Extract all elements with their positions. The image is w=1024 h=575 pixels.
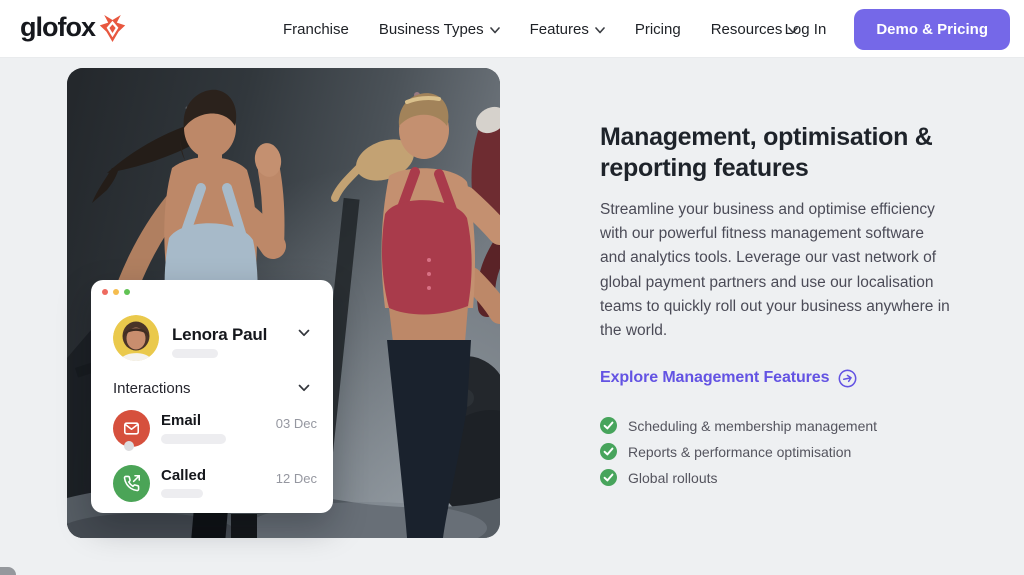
nav-item-pricing[interactable]: Pricing [635,21,681,38]
glofox-logo[interactable]: glofox [20,12,126,43]
contact-name: Lenora Paul [172,325,268,344]
nav-label: Business Types [378,20,484,38]
interactions-section-title: Interactions [113,380,191,397]
explore-management-features-link[interactable]: Explore Management Features [600,368,857,388]
window-controls [102,289,130,295]
status-dot [124,441,134,451]
checklist-label: Scheduling & membership management [628,417,878,434]
feature-checklist: Scheduling & membership management Repor… [600,417,877,486]
chevron-down-icon [595,26,605,33]
window-close-dot [102,289,108,295]
checklist-label: Reports & performance optimisation [628,443,852,460]
check-circle-icon [600,417,617,434]
nav-label: Features [529,20,589,38]
checklist-item: Reports & performance optimisation [600,443,877,460]
link-label: Explore Management Features [600,369,830,386]
arrow-right-circle-icon [838,369,857,388]
main-nav: Franchise Business Types Features Pricin… [283,0,799,58]
phone-outgoing-icon [113,465,150,502]
contact-avatar [113,315,159,361]
avatar-image [113,315,159,361]
page: glofox Franchise Business Types Features… [0,0,1024,575]
interaction-date: 12 Dec [275,471,317,486]
next-section-corner [0,567,16,575]
placeholder-bar [172,349,218,358]
check-circle-icon [600,469,617,486]
login-link[interactable]: Log In [785,21,827,38]
interaction-type: Email [161,412,202,429]
checklist-item: Scheduling & membership management [600,417,877,434]
fox-icon [99,15,126,42]
checklist-item: Global rollouts [600,469,877,486]
nav-label: Pricing [634,20,681,38]
window-minimize-dot [113,289,119,295]
chevron-down-icon [298,384,310,392]
crm-contact-card: Lenora Paul Interactions Email 03 Dec Ca… [91,280,333,513]
checklist-label: Global rollouts [628,469,718,486]
interaction-date: 03 Dec [275,416,317,431]
nav-item-business-types[interactable]: Business Types [379,21,500,38]
chevron-down-icon [489,26,500,33]
placeholder-bar [161,434,226,444]
section-heading: Management, optimisation & reporting fea… [600,123,933,182]
nav-item-franchise[interactable]: Franchise [283,21,349,38]
nav-label: Franchise [283,20,349,38]
check-circle-icon [600,443,617,460]
nav-label: Resources [710,20,783,38]
demo-pricing-button[interactable]: Demo & Pricing [854,8,1010,50]
header-actions: Log In Demo & Pricing [785,0,1010,58]
placeholder-bar [161,489,203,498]
window-zoom-dot [124,289,130,295]
logo-wordmark: glofox [20,12,96,42]
chevron-down-icon [298,329,310,337]
interaction-type: Called [161,467,207,484]
section-body-text: Streamline your business and optimise ef… [600,201,950,340]
top-navigation-bar: glofox Franchise Business Types Features… [0,0,1024,58]
nav-item-features[interactable]: Features [530,21,605,38]
